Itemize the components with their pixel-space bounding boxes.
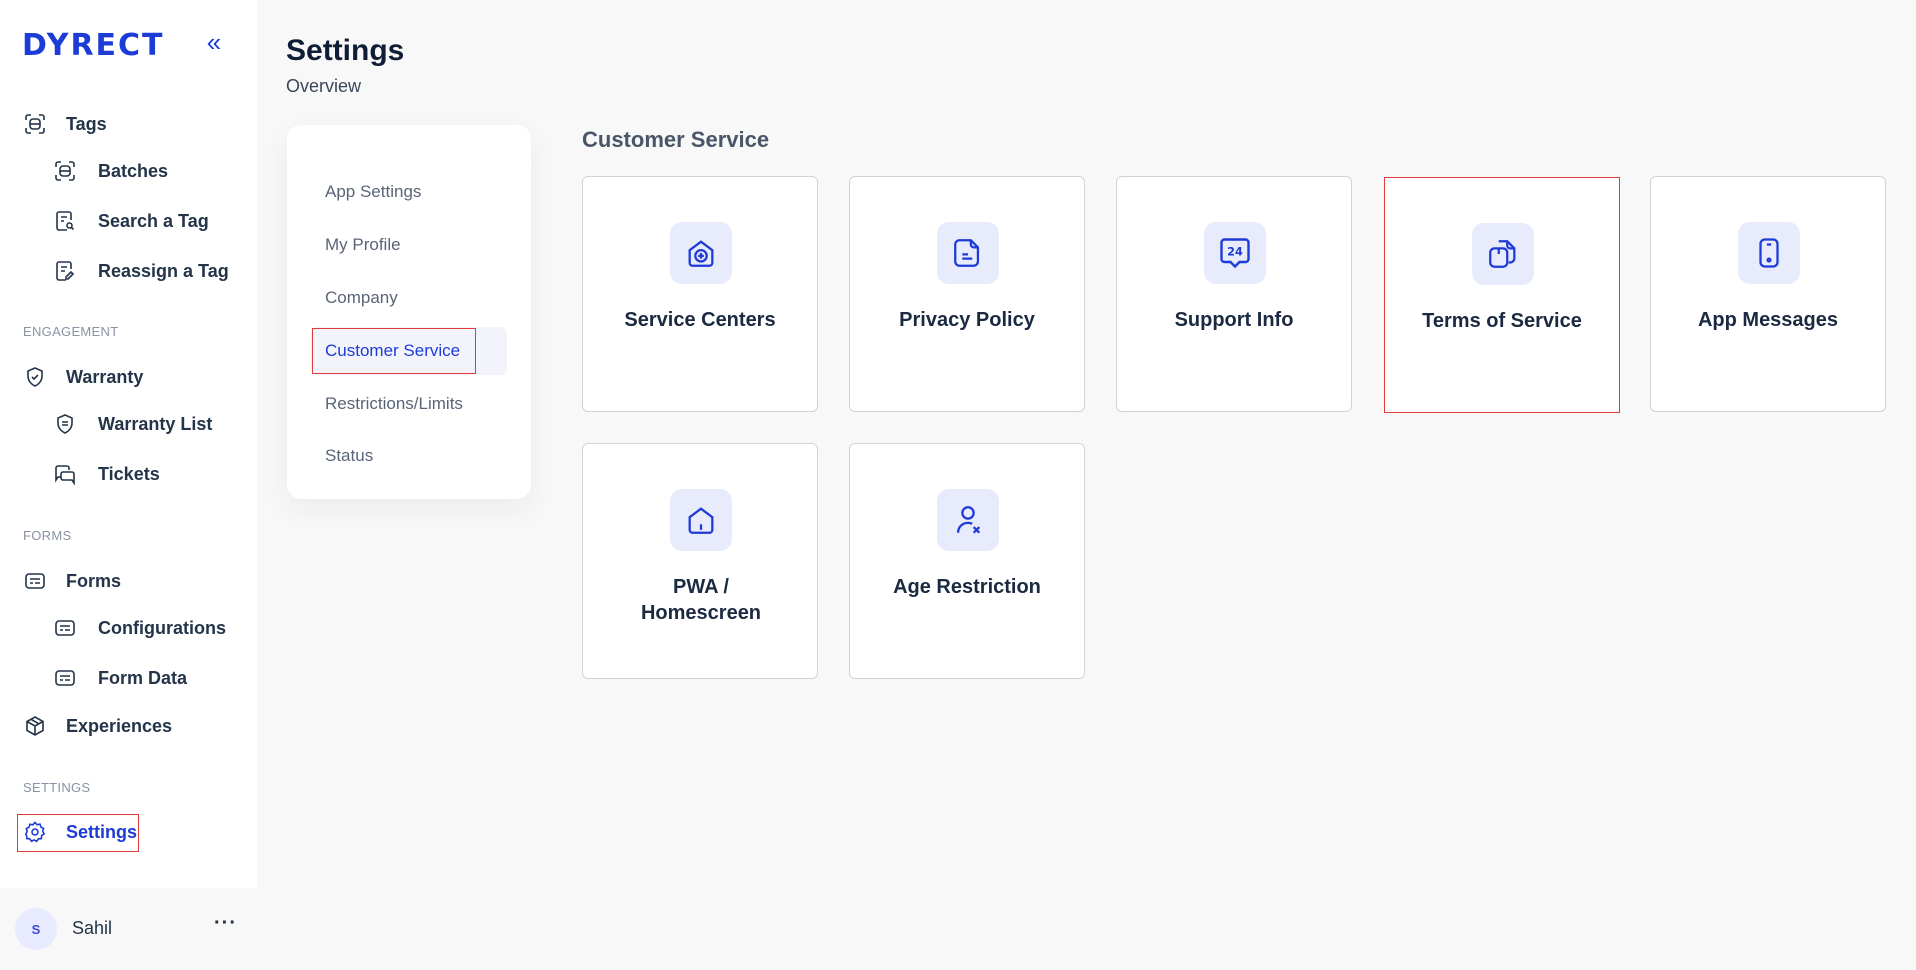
cube-icon — [22, 713, 48, 739]
shield-list-icon — [52, 411, 78, 437]
page-title: Settings — [286, 34, 405, 67]
submenu-item-restrictions-limits[interactable]: Restrictions/Limits — [325, 394, 463, 414]
user-remove-icon — [937, 489, 999, 551]
support-24-text: 24 — [1227, 245, 1243, 258]
section-label-engagement: ENGAGEMENT — [23, 324, 119, 339]
chat-bubbles-icon — [52, 461, 78, 487]
settings-highlight-box — [17, 814, 139, 852]
sidebar-item-warranty[interactable]: Warranty — [22, 359, 143, 395]
card-label: App Messages — [1697, 309, 1839, 331]
card-label: Privacy Policy — [899, 309, 1035, 331]
sidebar-item-label: Experiences — [66, 715, 173, 736]
sidebar-item-experiences[interactable]: Experiences — [22, 708, 172, 744]
home-icon — [670, 489, 732, 551]
sidebar-item-tickets[interactable]: Tickets — [52, 456, 160, 492]
section-title: Customer Service — [582, 127, 770, 152]
card-label: Service Centers — [624, 309, 776, 331]
sidebar-item-label: Search a Tag — [98, 210, 209, 231]
card-terms-of-service[interactable]: Terms of Service — [1384, 177, 1620, 413]
sidebar-item-configurations[interactable]: Configurations — [52, 610, 226, 646]
submenu-item-app-settings[interactable]: App Settings — [325, 182, 421, 202]
sidebar-item-label: Warranty List — [98, 413, 213, 434]
edit-doc-icon — [52, 258, 78, 284]
section-label-settings: SETTINGS — [23, 780, 91, 795]
form-icon — [52, 615, 78, 641]
home-plus-icon — [670, 222, 732, 284]
sidebar: DYRECT « Tags Batches Search a Tag Reass… — [0, 0, 257, 970]
card-app-messages[interactable]: App Messages — [1650, 176, 1886, 412]
sidebar-item-label: Forms — [66, 570, 122, 591]
card-label: Age Restriction — [893, 576, 1041, 598]
form-icon — [52, 665, 78, 691]
document-icon — [937, 222, 999, 284]
mobile-icon — [1738, 222, 1800, 284]
sidebar-item-batches[interactable]: Batches — [52, 153, 168, 189]
avatar[interactable]: S — [15, 908, 57, 950]
submenu-item-status[interactable]: Status — [325, 446, 373, 466]
sidebar-item-label: Reassign a Tag — [98, 260, 229, 281]
submenu-item-my-profile[interactable]: My Profile — [325, 235, 401, 255]
submenu-highlight-box — [312, 328, 476, 374]
tag-scan-icon — [52, 158, 78, 184]
search-doc-icon — [52, 208, 78, 234]
section-label-forms: FORMS — [23, 528, 72, 543]
card-pwa-homescreen[interactable]: PWA / Homescreen — [582, 443, 818, 679]
sidebar-item-label: Tags — [66, 113, 107, 134]
card-age-restriction[interactable]: Age Restriction — [849, 443, 1085, 679]
card-support-info[interactable]: 24 Support Info — [1116, 176, 1352, 412]
sidebar-item-label: Tickets — [98, 463, 160, 484]
card-label: PWA / Homescreen — [640, 576, 762, 624]
card-label: Terms of Service — [1422, 310, 1582, 332]
sidebar-item-search-a-tag[interactable]: Search a Tag — [52, 203, 209, 239]
sidebar-item-label: Batches — [98, 160, 169, 181]
more-options-button[interactable]: ··· — [214, 912, 237, 935]
tag-scan-icon — [22, 111, 48, 137]
sidebar-item-forms[interactable]: Forms — [22, 563, 121, 599]
card-service-centers[interactable]: Service Centers — [582, 176, 818, 412]
page-subtitle: Overview — [286, 76, 362, 96]
sidebar-item-label: Configurations — [98, 617, 226, 638]
sidebar-item-form-data[interactable]: Form Data — [52, 660, 187, 696]
user-profile-row[interactable]: S Sahil ··· — [0, 888, 257, 970]
shield-check-icon — [22, 364, 48, 390]
card-label: Support Info — [1174, 309, 1294, 331]
sidebar-item-label: Warranty — [66, 366, 144, 387]
settings-submenu: App Settings My Profile Company Customer… — [287, 125, 531, 499]
sidebar-item-reassign-a-tag[interactable]: Reassign a Tag — [52, 253, 229, 289]
copy-documents-icon — [1472, 223, 1534, 285]
sidebar-item-label: Form Data — [98, 667, 188, 688]
dyrect-logo[interactable]: DYRECT — [22, 28, 165, 63]
collapse-sidebar-button[interactable]: « — [200, 28, 228, 56]
user-name: Sahil — [72, 918, 113, 938]
sidebar-item-warranty-list[interactable]: Warranty List — [52, 406, 212, 442]
sidebar-item-tags[interactable]: Tags — [22, 106, 107, 142]
form-icon — [22, 568, 48, 594]
support-24-icon: 24 — [1204, 222, 1266, 284]
card-privacy-policy[interactable]: Privacy Policy — [849, 176, 1085, 412]
submenu-item-company[interactable]: Company — [325, 288, 398, 308]
